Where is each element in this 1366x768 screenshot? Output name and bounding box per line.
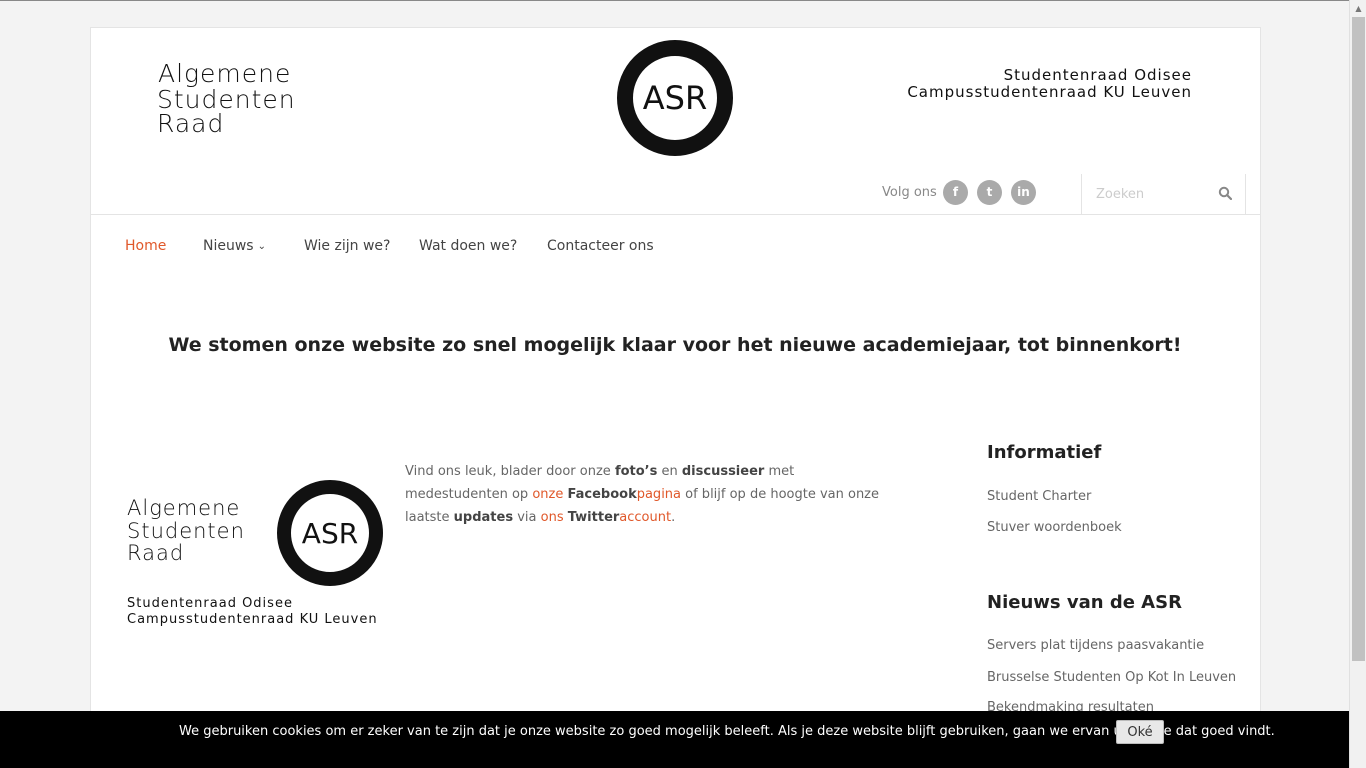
st-t5: via bbox=[513, 510, 541, 525]
footer-logo-line3: Raad bbox=[127, 541, 185, 565]
cookie-banner: We gebruiken cookies om er zeker van te … bbox=[0, 711, 1349, 768]
st-t1: Vind ons leuk, blader door onze bbox=[405, 464, 615, 479]
footer-org-line1: Studentenraad Odisee bbox=[127, 596, 293, 611]
news-link-brusselse[interactable]: Brusselse Studenten Op Kot In Leuven bbox=[987, 670, 1236, 685]
facebook-page-link[interactable]: onze Facebookpagina bbox=[532, 487, 681, 502]
link-stuver-woordenboek[interactable]: Stuver woordenboek bbox=[987, 520, 1122, 535]
nav-wie-zijn-we[interactable]: Wie zijn we? bbox=[304, 238, 390, 254]
scroll-thumb[interactable] bbox=[1352, 17, 1365, 661]
page-container: Algemene Studenten Raad ASR Studentenraa… bbox=[90, 27, 1261, 768]
link-student-charter[interactable]: Student Charter bbox=[987, 489, 1091, 504]
linkedin-icon[interactable]: in bbox=[1011, 180, 1036, 205]
search-box bbox=[1081, 174, 1246, 214]
search-icon[interactable] bbox=[1218, 186, 1232, 200]
org-names: Studentenraad Odisee Campusstudentenraad… bbox=[907, 67, 1192, 101]
social-paragraph: Vind ons leuk, blader door onze foto’s e… bbox=[405, 460, 885, 529]
footer-org-line2: Campusstudentenraad KU Leuven bbox=[127, 612, 378, 627]
asr-full-logo: Algemene Studenten Raad ASR Studentenraa… bbox=[127, 480, 387, 630]
nav-contacteer-ons[interactable]: Contacteer ons bbox=[547, 238, 654, 254]
st-b1: foto’s bbox=[614, 464, 658, 479]
twitter-account-link[interactable]: ons Twitteraccount bbox=[541, 510, 671, 525]
footer-logo-line2: Studenten bbox=[127, 519, 245, 543]
fb-link-post: pagina bbox=[636, 487, 682, 502]
top-border bbox=[0, 0, 1366, 1]
brand-text-line3[interactable]: Raad bbox=[157, 111, 224, 136]
fb-link-pre: onze bbox=[532, 487, 568, 502]
twitter-icon[interactable]: t bbox=[977, 180, 1002, 205]
nav-nieuws-label: Nieuws bbox=[203, 238, 254, 254]
follow-label: Volg ons bbox=[882, 185, 937, 200]
tw-link-post: account bbox=[619, 510, 672, 525]
footer-logo-text: ASR bbox=[301, 516, 359, 550]
org-line-kuleuven: Campusstudentenraad KU Leuven bbox=[907, 83, 1192, 101]
scrollbar[interactable]: ▲ bbox=[1349, 0, 1366, 768]
tw-link-bold: Twitter bbox=[567, 510, 620, 525]
facebook-icon[interactable]: f bbox=[943, 180, 968, 205]
st-t2: en bbox=[657, 464, 682, 479]
st-b3: updates bbox=[453, 510, 514, 525]
main-nav: Home Nieuws ⌄ Wie zijn we? Wat doen we? C… bbox=[91, 238, 1260, 260]
page-headline: We stomen onze website zo snel mogelijk … bbox=[168, 334, 1182, 356]
asr-logo[interactable]: ASR bbox=[617, 40, 733, 156]
cookie-text: We gebruiken cookies om er zeker van te … bbox=[179, 724, 1275, 739]
tw-link-pre: ons bbox=[540, 510, 568, 525]
footer-logo-org: Studentenraad Odisee Campusstudentenraad… bbox=[127, 596, 378, 628]
nav-wat-doen-we[interactable]: Wat doen we? bbox=[419, 238, 517, 254]
chevron-down-icon: ⌄ bbox=[257, 241, 266, 252]
nav-nieuws[interactable]: Nieuws ⌄ bbox=[203, 238, 266, 254]
footer-logo-line1: Algemene bbox=[127, 496, 241, 520]
widget-title-nieuws: Nieuws van de ASR bbox=[987, 592, 1182, 613]
footer-logo-circle: ASR bbox=[277, 480, 383, 586]
nav-home[interactable]: Home bbox=[125, 238, 166, 254]
widget-title-informatief: Informatief bbox=[987, 442, 1102, 463]
scroll-up-arrow-icon[interactable]: ▲ bbox=[1350, 0, 1366, 17]
cookie-accept-button[interactable]: Oké bbox=[1116, 720, 1164, 744]
st-b2: discussieer bbox=[681, 464, 765, 479]
fb-link-bold: Facebook bbox=[567, 487, 637, 502]
org-line-odisee: Studentenraad Odisee bbox=[1003, 66, 1192, 84]
st-t6: . bbox=[671, 510, 676, 525]
asr-logo-text: ASR bbox=[642, 79, 708, 117]
site-header: Algemene Studenten Raad ASR Studentenraa… bbox=[91, 28, 1260, 215]
brand-text-line1[interactable]: Algemene bbox=[158, 61, 291, 86]
search-input[interactable] bbox=[1096, 185, 1206, 203]
news-link-servers[interactable]: Servers plat tijdens paasvakantie bbox=[987, 638, 1204, 653]
